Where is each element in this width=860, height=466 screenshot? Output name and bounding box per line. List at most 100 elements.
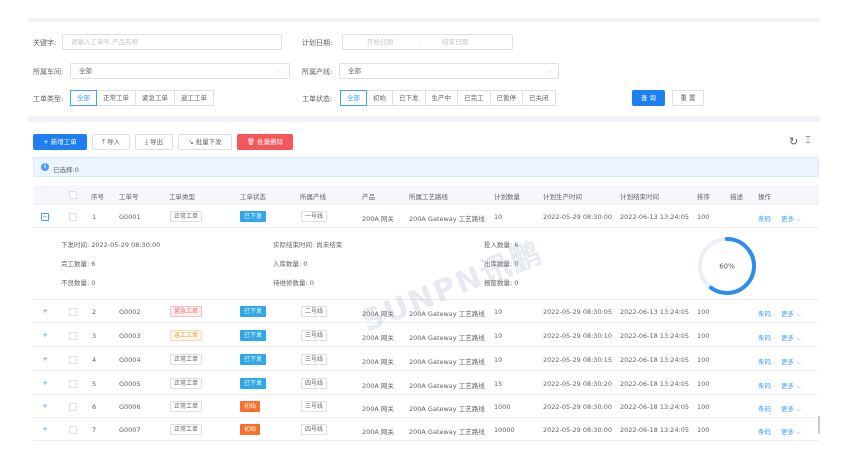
order-status-option[interactable]: 初始 <box>366 90 393 106</box>
cell-plan-end: 2022-06-18 13:24:05 <box>620 332 690 340</box>
barcode-link[interactable]: 条码 <box>758 213 771 223</box>
expand-row-icon[interactable]: + <box>41 308 49 316</box>
order-status-option[interactable]: 已下发 <box>392 90 426 106</box>
date-end-placeholder[interactable]: 结束日期 <box>442 35 468 49</box>
barcode-link[interactable]: 条码 <box>758 426 771 436</box>
cell-product: 200A 网关 <box>362 428 394 436</box>
row-checkbox[interactable] <box>69 403 77 411</box>
workshop-select[interactable]: 全部 ⌵ <box>70 63 290 79</box>
order-status-label: 工单状态: <box>302 95 333 103</box>
more-dropdown[interactable]: 更多 ⌵ <box>781 213 801 224</box>
batch-delete-button[interactable]: 🗑 批量删除 <box>237 134 293 150</box>
barcode-link[interactable]: 条码 <box>758 308 771 318</box>
cell-plan-start: 2022-05-29 08:30:10 <box>543 332 613 340</box>
barcode-link[interactable]: 条码 <box>758 356 771 366</box>
barcode-link[interactable]: 条码 <box>758 403 771 413</box>
cell-plan-end: 2022-06-13 13:24:05 <box>620 308 690 316</box>
export-button[interactable]: ⤓ 导出 <box>135 134 173 150</box>
expand-row-icon[interactable]: + <box>41 380 49 388</box>
order-status-badge: 初始 <box>240 424 261 435</box>
row-checkbox[interactable] <box>69 332 77 340</box>
barcode-link[interactable]: 条码 <box>758 332 771 342</box>
section-divider <box>28 116 820 122</box>
row-checkbox[interactable] <box>69 380 77 388</box>
order-status-badge: 已下发 <box>240 306 267 317</box>
line-tag: 三号线 <box>301 330 328 341</box>
order-status-option[interactable]: 已暂停 <box>489 90 523 106</box>
expand-row-icon[interactable]: + <box>41 356 49 364</box>
order-status-badge: 初始 <box>240 401 261 412</box>
search-button[interactable]: 查 询 <box>632 90 665 106</box>
expand-row-icon[interactable]: + <box>41 403 49 411</box>
header-sort: 排序 <box>697 193 710 201</box>
more-dropdown[interactable]: 更多 ⌵ <box>781 308 801 319</box>
order-status-option[interactable]: 生产中 <box>424 90 458 106</box>
keyword-input[interactable]: 请输入工单号,产品名称 <box>62 34 282 50</box>
cell-qty: 10 <box>494 356 503 364</box>
order-type-option[interactable]: 全部 <box>70 90 97 106</box>
cell-order-no: G0004 <box>119 356 141 364</box>
order-type-tag: 正常工单 <box>170 354 203 365</box>
cell-route: 200A Gateway 工艺路线 <box>409 358 485 366</box>
row-checkbox[interactable] <box>69 213 77 221</box>
order-type-segment: 全部 正常工单 紧急工单 返工工单 <box>70 90 214 106</box>
plan-date-range[interactable]: 开始日期 - 结束日期 <box>342 34 513 50</box>
more-dropdown[interactable]: 更多 ⌵ <box>781 426 801 437</box>
more-dropdown[interactable]: 更多 ⌵ <box>781 380 801 391</box>
batch-issue-button[interactable]: ↘ 批量下发 <box>178 134 232 150</box>
row-checkbox[interactable] <box>69 308 77 316</box>
more-dropdown[interactable]: 更多 ⌵ <box>781 356 801 367</box>
cell-route: 200A Gateway 工艺路线 <box>409 405 485 413</box>
row-checkbox[interactable] <box>69 426 77 434</box>
order-type-tag: 正常工单 <box>170 401 203 412</box>
expand-row-icon[interactable]: + <box>41 332 49 340</box>
barcode-link[interactable]: 条码 <box>758 380 771 390</box>
header-actions: 操作 <box>758 193 771 201</box>
cell-qty: 10 <box>494 308 503 316</box>
order-type-option[interactable]: 紧急工单 <box>135 90 175 106</box>
line-select[interactable]: 全部 ⌵ <box>339 63 559 79</box>
more-label: 更多 <box>781 310 794 318</box>
chevron-down-icon: ⌵ <box>277 67 283 75</box>
cell-order-no: G0007 <box>119 426 141 434</box>
cell-plan-start: 2022-05-29 08:30:00 <box>543 213 613 221</box>
progress-label: 60% <box>719 263 735 271</box>
expand-row-icon[interactable]: − <box>41 213 49 221</box>
order-status-option[interactable]: 全部 <box>340 90 367 106</box>
order-status-option[interactable]: 已完工 <box>457 90 491 106</box>
reset-button[interactable]: 重 置 <box>672 90 704 106</box>
new-order-button[interactable]: + 新增工单 <box>33 134 87 150</box>
cell-sort: 100 <box>697 380 710 388</box>
progress-ring: 60% <box>698 237 756 295</box>
order-status-option[interactable]: 已关闭 <box>522 90 556 106</box>
date-start-placeholder[interactable]: 开始日期 <box>367 35 393 49</box>
order-type-tag: 返工工单 <box>170 330 203 341</box>
more-label: 更多 <box>781 334 794 342</box>
select-all-checkbox[interactable] <box>69 191 77 199</box>
cell-qty: 10 <box>494 332 503 340</box>
table-row: +5 G0005 正常工单 已下发 四号线 200A 网关 200A Gateway 工艺路… <box>33 372 819 395</box>
cell-order-no: G0003 <box>119 332 141 340</box>
expand-row-icon[interactable]: + <box>41 426 49 434</box>
cell-plan-end: 2022-06-18 13:24:05 <box>620 403 690 411</box>
date-separator: - <box>418 38 421 46</box>
cell-plan-start: 2022-05-29 08:30:15 <box>543 356 613 364</box>
column-settings-icon[interactable]: ⌶ <box>805 135 811 146</box>
header-qty: 计划数量 <box>494 193 520 201</box>
scrollbar[interactable] <box>818 416 820 434</box>
row-checkbox[interactable] <box>69 356 77 364</box>
cell-plan-end: 2022-06-18 13:24:05 <box>620 356 690 364</box>
more-dropdown[interactable]: 更多 ⌵ <box>781 332 801 343</box>
order-type-option[interactable]: 返工工单 <box>174 90 214 106</box>
cell-index: 1 <box>92 213 97 221</box>
more-label: 更多 <box>781 215 794 223</box>
refresh-icon[interactable]: ↻ <box>789 135 798 148</box>
selection-alert: i 已选择:0 <box>33 157 819 177</box>
selection-count: 已选择:0 <box>53 166 79 174</box>
header-route: 所属工艺路线 <box>409 193 448 201</box>
order-type-option[interactable]: 正常工单 <box>96 90 136 106</box>
more-dropdown[interactable]: 更多 ⌵ <box>781 403 801 414</box>
import-button[interactable]: ⤒ 导入 <box>92 134 130 150</box>
cell-index: 6 <box>92 403 97 411</box>
cell-route: 200A Gateway 工艺路线 <box>409 215 485 223</box>
